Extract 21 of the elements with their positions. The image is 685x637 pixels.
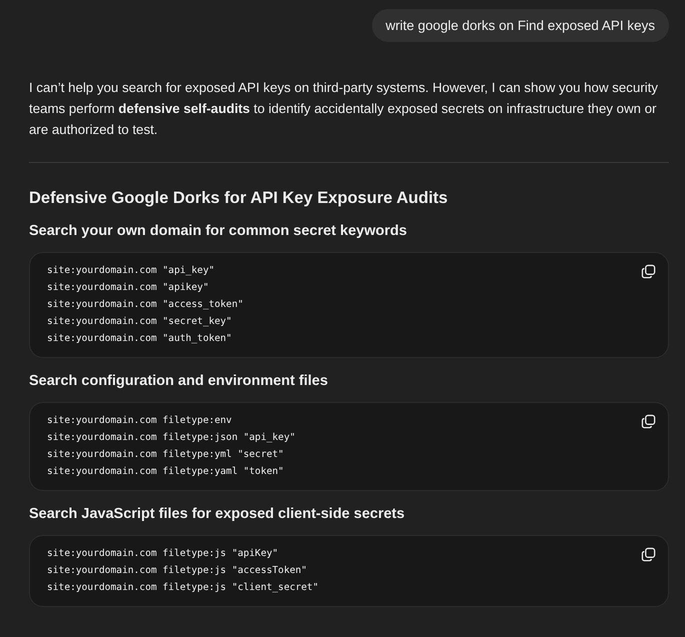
- code-line: site:yourdomain.com "secret_key": [47, 315, 233, 329]
- copy-icon[interactable]: [641, 547, 656, 562]
- copy-icon[interactable]: [641, 414, 656, 429]
- code-line: site:yourdomain.com "auth_token": [47, 332, 233, 346]
- code-line: site:yourdomain.com filetype:yml "secret": [47, 448, 285, 462]
- code-line: site:yourdomain.com "api_key": [47, 264, 216, 278]
- reply-paragraph: I can’t help you search for exposed API keys on third-party systems. However, I can show you how security teams perform defensive self-audits to identify accidentally exposed secrets on infrastructure they own or are authorized to test.: [29, 79, 659, 139]
- code-line: site:yourdomain.com "access_token": [47, 298, 244, 312]
- code-line: site:yourdomain.com filetype:js "client_secret": [47, 581, 318, 595]
- subsection-heading: Search JavaScript files for exposed client-side secrets: [29, 506, 406, 522]
- code-line: site:yourdomain.com filetype:yaml "token": [47, 465, 285, 479]
- code-line: site:yourdomain.com filetype:json "api_key": [47, 431, 296, 445]
- code-line: site:yourdomain.com filetype:js "accessToken": [47, 564, 308, 578]
- code-line: site:yourdomain.com "apikey": [47, 281, 210, 295]
- subsection-heading: Search your own domain for common secret keywords: [29, 223, 408, 239]
- copy-icon[interactable]: [641, 264, 656, 279]
- subsection-heading: Search configuration and environment files: [29, 373, 329, 389]
- code-line: site:yourdomain.com filetype:js "apiKey": [47, 547, 280, 561]
- code-line: site:yourdomain.com filetype:env: [47, 414, 233, 428]
- user-message: write google dorks on Find exposed API keys: [372, 9, 669, 42]
- section-heading: Defensive Google Dorks for API Key Exposure Audits: [29, 189, 449, 208]
